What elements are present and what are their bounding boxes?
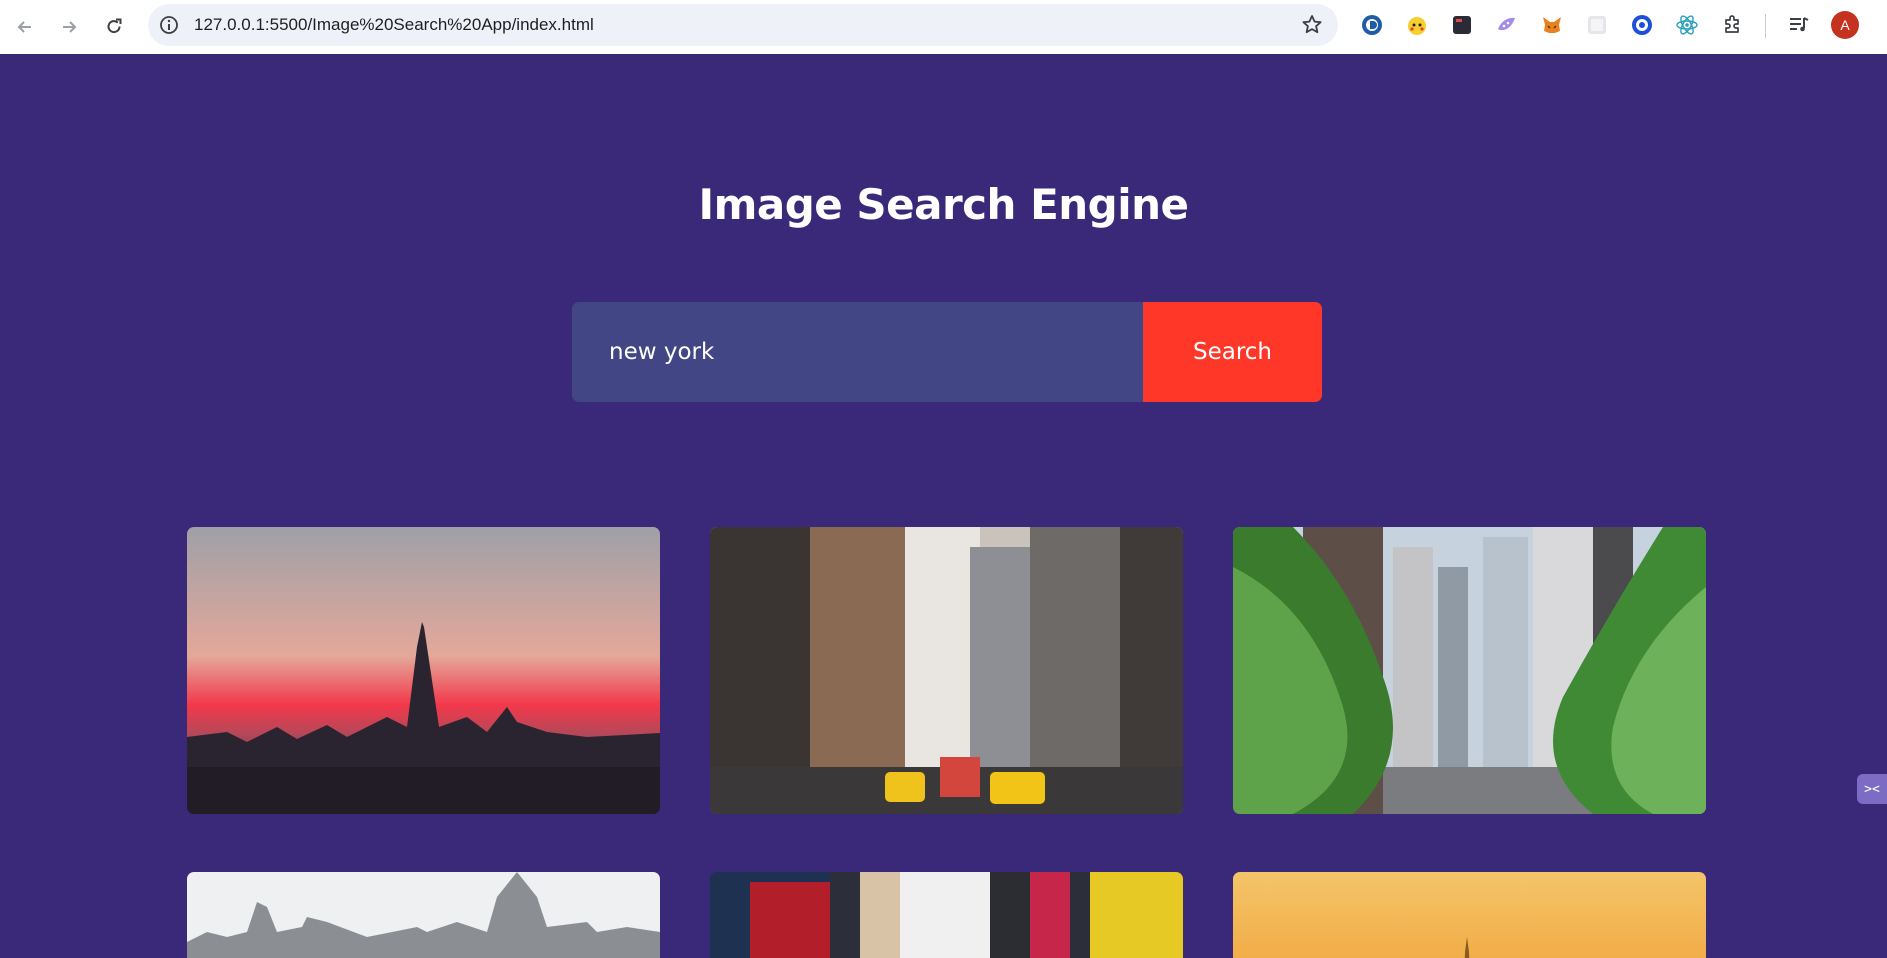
extensions-puzzle-icon[interactable]	[1720, 12, 1746, 38]
result-image-3[interactable]	[1233, 527, 1706, 814]
address-bar[interactable]: 127.0.0.1:5500/Image%20Search%20App/inde…	[148, 4, 1338, 46]
back-arrow-icon[interactable]	[10, 12, 40, 42]
tree-avenue-photo	[1233, 527, 1706, 814]
devtools-toggle-icon[interactable]: ><	[1857, 774, 1887, 804]
taxi-street-photo	[710, 527, 1183, 814]
result-image-2[interactable]	[710, 527, 1183, 814]
reload-icon[interactable]	[99, 12, 129, 42]
page-title: Image Search Engine	[698, 180, 1189, 229]
puzzle-blank-icon[interactable]	[1584, 12, 1610, 38]
result-image-4[interactable]	[187, 872, 660, 958]
search-button[interactable]: Search	[1143, 302, 1322, 402]
react-icon[interactable]	[1674, 12, 1700, 38]
city-skyline-photo	[187, 872, 660, 958]
result-image-5[interactable]	[710, 872, 1183, 958]
site-info-icon[interactable]	[158, 14, 180, 36]
toolbar-divider	[1765, 14, 1766, 38]
metamask-icon[interactable]	[1539, 12, 1565, 38]
forward-arrow-icon[interactable]	[54, 12, 84, 42]
result-image-6[interactable]	[1233, 872, 1706, 958]
paint-icon[interactable]	[1494, 12, 1520, 38]
pikachu-icon[interactable]	[1404, 12, 1430, 38]
dashlane-icon[interactable]	[1359, 12, 1385, 38]
search-input[interactable]	[572, 302, 1143, 402]
bookmark-star-icon[interactable]	[1300, 13, 1324, 37]
media-icon[interactable]	[1786, 12, 1812, 38]
result-image-1[interactable]	[187, 527, 660, 814]
profile-avatar[interactable]: A	[1831, 11, 1859, 39]
url-text[interactable]: 127.0.0.1:5500/Image%20Search%20App/inde…	[194, 4, 594, 46]
search-form: Search	[572, 302, 1322, 402]
times-square-photo	[710, 872, 1183, 958]
dark-square-icon[interactable]	[1449, 12, 1475, 38]
target-icon[interactable]	[1629, 12, 1655, 38]
browser-toolbar: 127.0.0.1:5500/Image%20Search%20App/inde…	[0, 0, 1887, 54]
golden-skyline-photo	[1233, 872, 1706, 958]
sunset-skyline-photo	[187, 527, 660, 814]
